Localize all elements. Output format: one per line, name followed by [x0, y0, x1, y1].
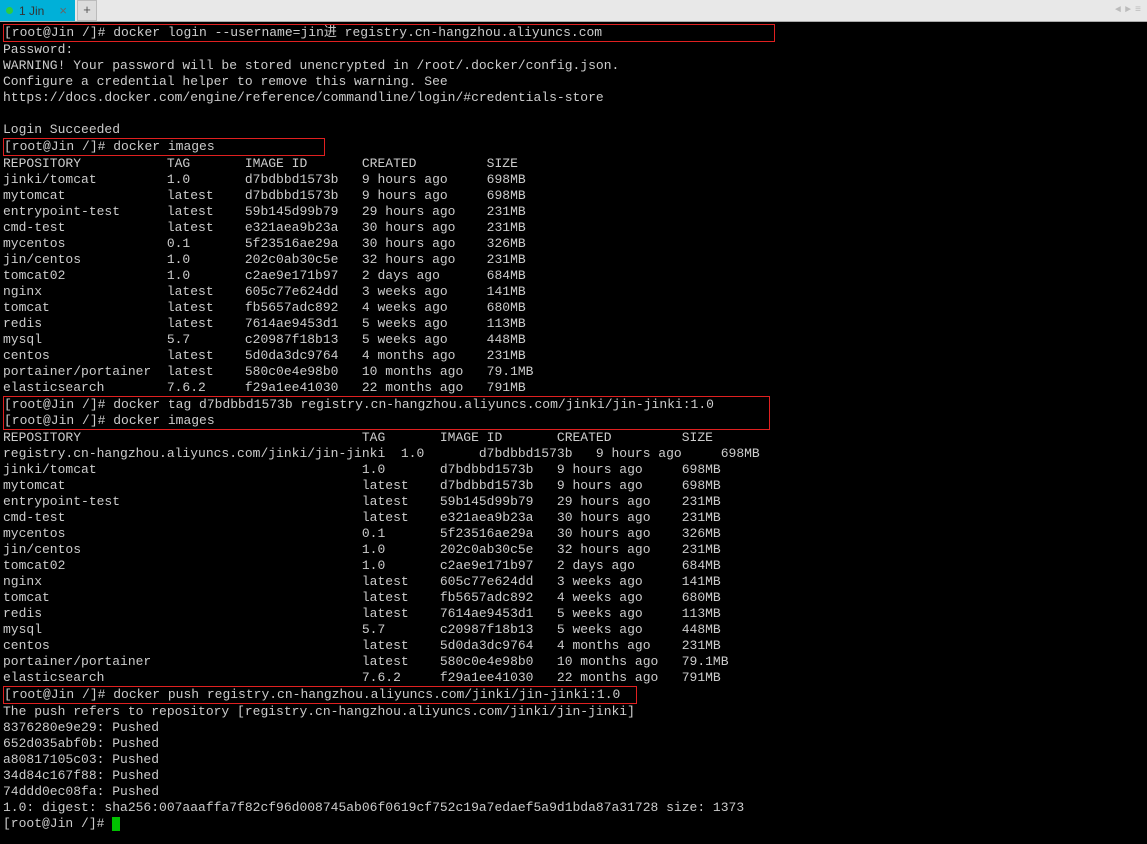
table-row: jin/centos 1.0 202c0ab30c5e 32 hours ago… [3, 252, 526, 267]
line-password: Password: [3, 42, 73, 57]
prompt: [root@Jin /]# [3, 816, 104, 831]
table-row: jinki/tomcat 1.0 d7bdbbd1573b 9 hours ag… [3, 462, 721, 477]
table-row: registry.cn-hangzhou.aliyuncs.com/jinki/… [3, 446, 760, 461]
table-row: mytomcat latest d7bdbbd1573b 9 hours ago… [3, 188, 526, 203]
cmd-push: docker push registry.cn-hangzhou.aliyunc… [113, 687, 620, 702]
push-line: 652d035abf0b: Pushed [3, 736, 159, 751]
highlighted-tag-cmd: [root@Jin /]# docker tag d7bdbbd1573b re… [3, 396, 770, 430]
table-row: entrypoint-test latest 59b145d99b79 29 h… [3, 494, 721, 509]
cmd-login: docker login --username=jin进 registry.cn… [113, 25, 602, 40]
cmd-images: docker images [113, 139, 214, 154]
push-line: 1.0: digest: sha256:007aaaffa7f82cf96d00… [3, 800, 744, 815]
prompt: [root@Jin /]# [4, 139, 105, 154]
tab-label: 1 Jin [19, 4, 44, 18]
nav-left-icon[interactable]: ◄ [1115, 5, 1121, 16]
nav-right-icon[interactable]: ► [1125, 5, 1131, 16]
table-row: elasticsearch 7.6.2 f29a1ee41030 22 mont… [3, 380, 526, 395]
table-row: tomcat02 1.0 c2ae9e171b97 2 days ago 684… [3, 558, 721, 573]
terminal-output[interactable]: [root@Jin /]# docker login --username=ji… [0, 22, 1147, 834]
tab-nav: ◄ ► ≡ [1115, 0, 1147, 21]
table-row: nginx latest 605c77e624dd 3 weeks ago 14… [3, 574, 721, 589]
table-row: cmd-test latest e321aea9b23a 30 hours ag… [3, 510, 721, 525]
status-dot-icon [6, 7, 13, 14]
push-line: 8376280e9e29: Pushed [3, 720, 159, 735]
highlighted-images-cmd: [root@Jin /]# docker images [3, 138, 325, 156]
table-row: entrypoint-test latest 59b145d99b79 29 h… [3, 204, 526, 219]
table-row: tomcat02 1.0 c2ae9e171b97 2 days ago 684… [3, 268, 526, 283]
table-row: jinki/tomcat 1.0 d7bdbbd1573b 9 hours ag… [3, 172, 526, 187]
table-row: redis latest 7614ae9453d1 5 weeks ago 11… [3, 316, 526, 331]
table1-header: REPOSITORY TAG IMAGE ID CREATED SIZE [3, 156, 518, 171]
prompt: [root@Jin /]# [4, 687, 105, 702]
prompt: [root@Jin /]# [4, 25, 105, 40]
nav-menu-icon[interactable]: ≡ [1135, 5, 1141, 16]
prompt: [root@Jin /]# [4, 397, 105, 412]
table-row: tomcat latest fb5657adc892 4 weeks ago 6… [3, 300, 526, 315]
line-login-ok: Login Succeeded [3, 122, 120, 137]
table-row: mytomcat latest d7bdbbd1573b 9 hours ago… [3, 478, 721, 493]
table-row: portainer/portainer latest 580c0e4e98b0 … [3, 364, 534, 379]
tab-bar: 1 Jin × + ◄ ► ≡ [0, 0, 1147, 22]
line-push-msg: The push refers to repository [registry.… [3, 704, 635, 719]
table-row: mysql 5.7 c20987f18b13 5 weeks ago 448MB [3, 332, 526, 347]
prompt: [root@Jin /]# [4, 413, 105, 428]
table-row: tomcat latest fb5657adc892 4 weeks ago 6… [3, 590, 721, 605]
highlighted-login-cmd: [root@Jin /]# docker login --username=ji… [3, 24, 775, 42]
table-row: mycentos 0.1 5f23516ae29a 30 hours ago 3… [3, 236, 526, 251]
tab-jin[interactable]: 1 Jin × [0, 0, 75, 21]
push-line: a80817105c03: Pushed [3, 752, 159, 767]
close-icon[interactable]: × [59, 3, 67, 18]
plus-icon: + [83, 3, 91, 18]
table-row: cmd-test latest e321aea9b23a 30 hours ag… [3, 220, 526, 235]
line-warn1: WARNING! Your password will be stored un… [3, 58, 619, 73]
push-line: 74ddd0ec08fa: Pushed [3, 784, 159, 799]
table-row: centos latest 5d0da3dc9764 4 months ago … [3, 348, 526, 363]
terminal-cursor [112, 817, 120, 831]
line-warn2: Configure a credential helper to remove … [3, 74, 448, 89]
table-row: mycentos 0.1 5f23516ae29a 30 hours ago 3… [3, 526, 721, 541]
table-row: portainer/portainer latest 580c0e4e98b0 … [3, 654, 729, 669]
table-row: centos latest 5d0da3dc9764 4 months ago … [3, 638, 721, 653]
line-warn3: https://docs.docker.com/engine/reference… [3, 90, 604, 105]
add-tab-button[interactable]: + [77, 0, 97, 21]
cmd-tag: docker tag d7bdbbd1573b registry.cn-hang… [113, 397, 714, 412]
push-line: 34d84c167f88: Pushed [3, 768, 159, 783]
table-row: jin/centos 1.0 202c0ab30c5e 32 hours ago… [3, 542, 721, 557]
table-row: redis latest 7614ae9453d1 5 weeks ago 11… [3, 606, 721, 621]
highlighted-push-cmd: [root@Jin /]# docker push registry.cn-ha… [3, 686, 637, 704]
cmd-images2: docker images [113, 413, 214, 428]
table-row: nginx latest 605c77e624dd 3 weeks ago 14… [3, 284, 526, 299]
table-row: elasticsearch 7.6.2 f29a1ee41030 22 mont… [3, 670, 721, 685]
table2-header: REPOSITORY TAG IMAGE ID CREATED SIZE [3, 430, 713, 445]
table-row: mysql 5.7 c20987f18b13 5 weeks ago 448MB [3, 622, 721, 637]
